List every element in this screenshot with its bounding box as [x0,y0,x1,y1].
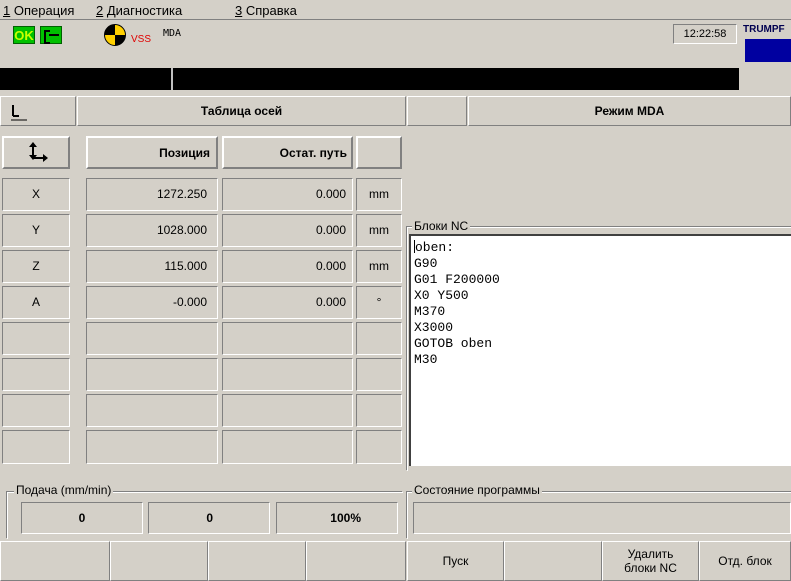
menu-diagnostics[interactable]: 2 Диагностика [96,3,182,18]
brand-text: TRUMPF [743,24,785,35]
coordinate-button[interactable] [0,96,76,126]
coordinate-icon [11,105,27,121]
nc-line: X0 Y500 [414,288,469,303]
message-bar [0,68,739,90]
empty-cell [2,394,70,427]
delete-nc-blocks-button[interactable]: Удалить блоки NC [602,541,699,581]
axis-unit: mm [356,178,402,211]
softkey-4[interactable] [306,541,406,581]
mode-title: Режим MDA [468,96,791,126]
axis-unit: mm [356,214,402,247]
feed-value-2: 0 [148,502,270,534]
menu-help[interactable]: 3 Справка [235,3,297,18]
menu-diagnostics-label: Диагностика [103,3,183,18]
empty-cell [86,394,218,427]
target-icon [104,24,126,46]
nc-line: G90 [414,256,438,271]
menu-operation[interactable]: 1 Операция [3,3,74,18]
axis-table-title: Таблица осей [77,96,406,126]
nc-line: oben: [414,240,791,256]
brand-logo: TRUMPF [739,22,791,66]
empty-cell [222,358,353,391]
feed-value-1: 0 [21,502,143,534]
menu-help-label: Справка [242,3,297,18]
empty-cell [356,358,402,391]
empty-cell [222,322,353,355]
axis-name: X [2,178,70,211]
brand-blue-block [745,39,791,62]
axis-remaining: 0.000 [222,250,353,283]
axis-name: Y [2,214,70,247]
empty-cell [222,430,353,464]
empty-cell [86,358,218,391]
empty-cell [86,430,218,464]
softkey-1[interactable] [0,541,110,581]
header-blank [407,96,467,126]
vss-label: VSS [131,34,152,45]
axis-name: Z [2,250,70,283]
program-state-label: Состояние программы [412,483,542,497]
softkey-6[interactable] [504,541,602,581]
axis-unit: ° [356,286,402,319]
nc-line: M370 [414,304,446,319]
empty-cell [86,322,218,355]
axis-position: 115.000 [86,250,218,283]
feed-override-percent: 100% [276,502,398,534]
axis-remaining: 0.000 [222,286,353,319]
axis-remaining: 0.000 [222,214,353,247]
delete-nc-blocks-line1: Удалить [627,547,674,561]
empty-cell [356,322,402,355]
remaining-header[interactable]: Остат. путь [222,136,353,169]
axis-position: -0.000 [86,286,218,319]
empty-cell [356,430,402,464]
axis-position: 1272.250 [86,178,218,211]
empty-cell [356,394,402,427]
program-state-value [413,502,791,534]
delete-nc-blocks-line2: блоки NC [624,561,677,575]
nc-editor[interactable]: oben: G90 G01 F200000 X0 Y500 M370 X3000… [409,234,791,466]
axes-header-button[interactable] [2,136,70,169]
single-block-button[interactable]: Отд. блок [699,541,791,581]
mode-indicator: MDA [163,28,182,39]
axes-icon [29,142,48,162]
axis-remaining: 0.000 [222,178,353,211]
door-icon [40,26,62,44]
axis-name: A [2,286,70,319]
axis-unit: mm [356,250,402,283]
empty-cell [2,358,70,391]
empty-cell [2,430,70,464]
unit-header [356,136,402,169]
start-button[interactable]: Пуск [407,541,504,581]
menu-operation-label: Операция [10,3,75,18]
feed-group-label: Подача (mm/min) [14,483,114,497]
position-header[interactable]: Позиция [86,136,218,169]
nc-group-label: Блоки NC [412,219,471,233]
nc-line: GOTOB oben [414,336,493,351]
empty-cell [2,322,70,355]
menu-bar: 1 Операция 2 Диагностика 3 Справка [0,0,791,20]
message-bar-separator [171,68,173,90]
softkey-3[interactable] [208,541,306,581]
ok-status-icon: OK [13,26,35,44]
nc-line: X3000 [414,320,454,335]
axis-position: 1028.000 [86,214,218,247]
nc-line: M30 [414,352,438,367]
nc-line-text: oben: [415,240,455,255]
softkey-2[interactable] [110,541,208,581]
nc-line: G01 F200000 [414,272,500,287]
empty-cell [222,394,353,427]
clock: 12:22:58 [673,24,737,44]
